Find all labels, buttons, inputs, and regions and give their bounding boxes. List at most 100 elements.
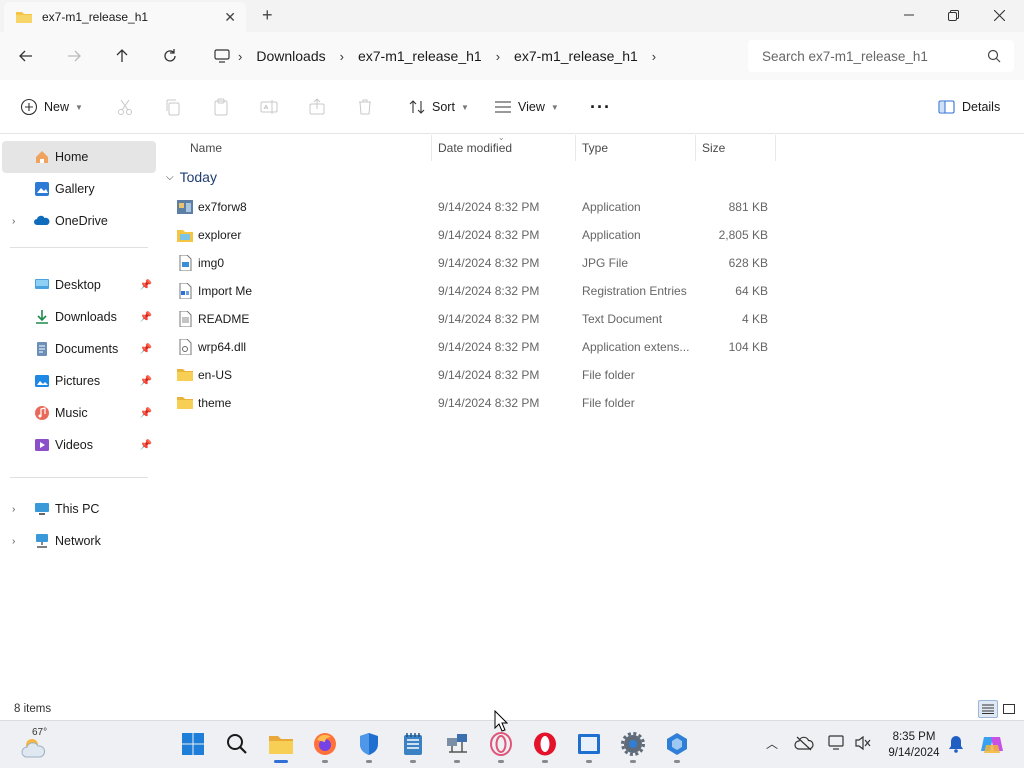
group-header[interactable]: ⌵ Today [166,169,217,185]
search-input[interactable]: Search ex7-m1_release_h1 [748,40,1014,72]
delete-icon[interactable] [355,97,375,117]
start-button[interactable] [180,731,206,757]
breadcrumb-folder-1[interactable]: ex7-m1_release_h1 [358,48,482,64]
chevron-right-icon[interactable]: › [12,216,15,227]
taskbar-opera-gx[interactable] [488,731,514,757]
details-view-button[interactable] [978,700,998,718]
taskbar-opera[interactable] [532,731,558,757]
tab-close-icon[interactable]: ✕ [224,9,236,26]
status-bar: 8 items [0,700,1024,720]
forward-button[interactable] [62,44,86,68]
sidebar-item-desktop[interactable]: Desktop 📌 [2,269,156,301]
weather-widget[interactable]: 67° [20,727,54,761]
list-item[interactable]: explorer 9/14/2024 8:32 PM Application 2… [170,221,776,249]
file-date: 9/14/2024 8:32 PM [438,256,540,270]
new-tab-button[interactable]: + [262,6,273,24]
tray-overflow-icon[interactable]: ︿ [766,735,778,752]
rename-icon[interactable] [259,97,279,117]
sidebar-item-documents[interactable]: Documents 📌 [2,333,156,365]
back-button[interactable] [14,44,38,68]
sidebar-item-this-pc[interactable]: › This PC [2,493,156,525]
new-button[interactable]: New ▼ [20,94,83,120]
sidebar-item-gallery[interactable]: Gallery [2,173,156,205]
chevron-down-icon: ▼ [460,102,469,112]
maximize-button[interactable] [930,0,976,30]
tab-current[interactable]: ex7-m1_release_h1 ✕ [4,2,246,32]
taskbar-network-app[interactable] [444,731,470,757]
file-name: img0 [198,256,225,270]
file-size: 628 KB [728,256,768,270]
sidebar-item-network[interactable]: › Network [2,525,156,557]
chevron-right-icon: › [238,48,243,64]
sidebar-item-videos[interactable]: Videos 📌 [2,429,156,461]
taskbar-search-button[interactable] [224,731,250,757]
volume-muted-icon[interactable] [854,735,872,751]
file-name: Import Me [198,284,253,298]
more-options-button[interactable]: ··· [590,94,611,120]
mouse-cursor-icon [494,710,508,732]
sidebar-item-label: Downloads [55,310,117,324]
paste-icon[interactable] [211,97,231,117]
list-item[interactable]: wrp64.dll 9/14/2024 8:32 PM Application … [170,333,776,361]
plus-circle-icon [20,98,38,116]
taskbar-file-explorer[interactable] [268,731,294,757]
list-item[interactable]: README 9/14/2024 8:32 PM Text Document 4… [170,305,776,333]
copilot-icon[interactable] [980,733,1004,755]
list-item[interactable]: theme 9/14/2024 8:32 PM File folder [170,389,776,417]
sidebar-item-downloads[interactable]: Downloads 📌 [2,301,156,333]
breadcrumb-folder-2[interactable]: ex7-m1_release_h1 [514,48,638,64]
desktop-icon [35,279,49,289]
breadcrumb[interactable]: › Downloads › ex7-m1_release_h1 › ex7-m1… [204,40,740,72]
file-type: Application [582,228,641,242]
details-button[interactable]: Details [938,94,1000,120]
close-window-button[interactable] [976,0,1022,30]
sidebar-item-pictures[interactable]: Pictures 📌 [2,365,156,397]
chevron-right-icon[interactable]: › [12,504,15,515]
breadcrumb-downloads[interactable]: Downloads [256,48,325,64]
chevron-down-icon: ▼ [75,102,83,112]
taskbar-defender[interactable] [356,731,382,757]
column-header-type[interactable]: Type [576,135,696,161]
cloud-offline-icon[interactable] [794,735,814,751]
file-type: Registration Entries [582,284,687,298]
file-name: README [198,312,250,326]
sidebar-item-home[interactable]: Home [2,141,156,173]
sidebar-item-music[interactable]: Music 📌 [2,397,156,429]
file-type: JPG File [582,256,629,270]
chevron-right-icon[interactable]: › [12,536,15,547]
taskbar-app-grid[interactable] [664,731,690,757]
list-item[interactable]: img0 9/14/2024 8:32 PM JPG File 628 KB [170,249,776,277]
refresh-button[interactable] [158,44,182,68]
file-type: Application extens... [582,340,690,354]
display-icon[interactable] [828,735,846,751]
running-app-indicator [586,760,592,763]
minimize-button[interactable] [886,0,932,30]
sidebar-item-onedrive[interactable]: › OneDrive [2,205,156,237]
notification-bell-icon[interactable] [948,735,964,753]
sort-icon [409,100,425,114]
network-computers-icon [447,734,467,753]
taskbar-app-window[interactable] [576,731,602,757]
taskbar-firefox[interactable] [312,731,338,757]
taskbar-notepad[interactable] [400,731,426,757]
cut-icon[interactable] [115,97,135,117]
taskbar-settings[interactable] [620,731,646,757]
list-item[interactable]: en-US 9/14/2024 8:32 PM File folder [170,361,776,389]
list-item[interactable]: ex7forw8 9/14/2024 8:32 PM Application 8… [170,193,776,221]
up-button[interactable] [110,44,134,68]
view-button[interactable]: View ▼ [494,94,559,120]
column-header-name[interactable]: Name [184,135,432,161]
list-item[interactable]: Import Me 9/14/2024 8:32 PM Registration… [170,277,776,305]
running-app-indicator [322,760,328,763]
running-app-indicator [542,760,548,763]
share-icon[interactable] [307,97,327,117]
tiles-view-button[interactable] [999,700,1019,718]
copy-icon[interactable] [163,97,183,117]
sort-button[interactable]: Sort ▼ [408,94,469,120]
chevron-right-icon: › [651,48,657,64]
videos-icon [35,439,49,451]
firefox-icon [314,733,336,755]
column-header-size[interactable]: Size [696,135,776,161]
clock[interactable]: 8:35 PM 9/14/2024 [876,729,952,761]
sidebar-item-label: Home [55,150,89,164]
